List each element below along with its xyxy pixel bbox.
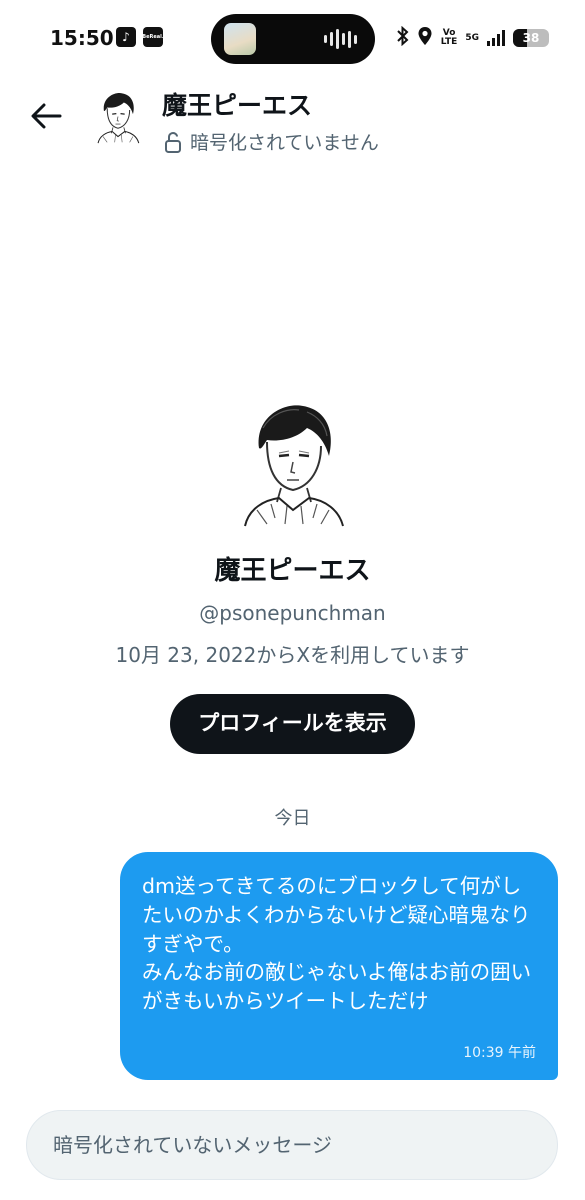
day-divider: 今日 — [274, 808, 311, 829]
battery-percent: 38 — [522, 31, 540, 45]
message-bubble-outgoing[interactable]: dm送ってきてるのにブロックして何がしたいのかよくわからないけど疑心暗鬼なりすぎ… — [120, 852, 558, 1080]
status-time: 15:50 — [50, 26, 114, 50]
view-profile-button[interactable]: プロフィールを表示 — [170, 694, 415, 754]
encryption-status[interactable]: 暗号化されていません — [164, 128, 379, 155]
avatar[interactable] — [94, 90, 142, 144]
encryption-status-label: 暗号化されていません — [190, 132, 379, 154]
profile-card: 魔王ピーエス @psonepunchman 10月 23, 2022からXを利用… — [0, 398, 585, 754]
back-button[interactable] — [28, 98, 64, 134]
back-arrow-icon — [31, 103, 62, 129]
conversation-header: 魔王ピーエス 暗号化されていません — [0, 76, 585, 160]
bereal-icon: BeReal. — [142, 27, 164, 47]
message-timestamp: 10:39 午前 — [463, 1045, 536, 1061]
battery-icon: 38 — [513, 29, 549, 47]
network-5g-icon: 5G — [465, 33, 479, 43]
message-text: dm送ってきてるのにブロックして何がしたいのかよくわからないけど疑心暗鬼なりすぎ… — [142, 874, 532, 1014]
unlocked-icon — [165, 131, 181, 153]
message-input[interactable] — [53, 1111, 533, 1179]
dynamic-island[interactable] — [211, 14, 375, 64]
header-title[interactable]: 魔王ピーエス — [162, 86, 312, 122]
audio-waveform-icon — [324, 29, 357, 49]
bluetooth-icon — [397, 25, 409, 51]
status-bar: 15:50 ♪ BeReal. Vo LTE 5G 38 — [0, 0, 585, 76]
message-composer[interactable] — [26, 1110, 558, 1180]
media-thumbnail — [224, 23, 256, 55]
location-icon — [417, 26, 433, 50]
profile-name: 魔王ピーエス — [214, 556, 371, 586]
tiktok-icon: ♪ — [116, 27, 136, 47]
profile-joined-date: 10月 23, 2022からXを利用しています — [115, 643, 470, 667]
profile-avatar[interactable] — [237, 398, 349, 528]
signal-strength-icon — [487, 30, 505, 46]
status-indicators: Vo LTE 5G 38 — [397, 24, 549, 52]
profile-handle: @psonepunchman — [199, 601, 386, 625]
volte-icon: Vo LTE — [440, 28, 458, 47]
